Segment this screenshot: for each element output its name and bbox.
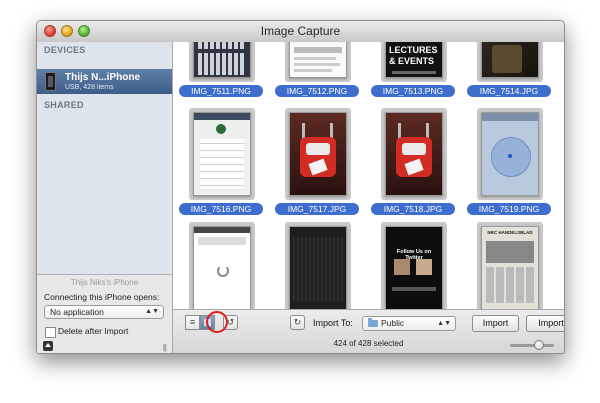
sidebar-device-item[interactable]: Thijs N...iPhone USB, 428 items — [37, 69, 172, 94]
panel-device-title: Thijs Niks's iPhone — [70, 278, 139, 287]
import-all-button[interactable]: Import All — [526, 315, 564, 332]
thumbnail-filename: IMG_7516.PNG — [179, 203, 263, 215]
thumbnail-item[interactable]: IMG_7520.PNG — [173, 222, 268, 309]
thumbnail-filename: IMG_7512.PNG — [275, 85, 359, 97]
thumbnail-item[interactable]: Follow Us on TwitterIMG_7522.PNG — [365, 222, 460, 309]
thumbnail-image[interactable] — [385, 112, 443, 196]
thumbnail-filename: IMG_7514.JPG — [467, 85, 551, 97]
thumbnail-item[interactable]: IMG_7511.PNG — [173, 42, 268, 97]
thumbnail-image[interactable] — [289, 226, 347, 309]
events-text-line2: & EVENTS — [389, 56, 435, 66]
open-application-value: No application — [50, 307, 104, 317]
thumbnail-size-slider[interactable] — [510, 340, 554, 350]
import-button[interactable]: Import — [472, 315, 519, 332]
eject-icon[interactable] — [43, 341, 53, 351]
highlight-circle — [206, 311, 228, 333]
shared-header: SHARED — [44, 100, 84, 110]
thumbnail-item[interactable]: IMG_7517.JPG — [269, 108, 364, 215]
thumbnail-item[interactable]: IMG_7516.PNG — [173, 108, 268, 215]
thumbnail-image[interactable] — [289, 42, 347, 78]
thumbnail-image[interactable] — [193, 112, 251, 196]
image-capture-window: Image Capture DEVICES Thijs N...iPhone U… — [36, 20, 565, 354]
device-subtitle: USB, 428 items — [65, 84, 114, 91]
thumbnail-item[interactable]: NRC HANDELSBLADIMG_7523.JPG — [461, 222, 556, 309]
thumbnail-item[interactable]: IMG_7519.PNG — [461, 108, 556, 215]
open-application-select[interactable]: No application ▲▼ — [44, 305, 164, 319]
delete-after-import-checkbox[interactable] — [45, 327, 56, 338]
thumbnail-image[interactable]: Follow Us on Twitter — [385, 226, 443, 309]
newspaper-masthead: NRC HANDELSBLAD — [487, 230, 533, 235]
title-bar[interactable]: Image Capture — [37, 21, 564, 43]
import-destination-select[interactable]: Public ▲▼ — [362, 316, 456, 331]
thumbnail-image[interactable] — [193, 226, 251, 309]
thumbnail-image[interactable] — [289, 112, 347, 196]
thumbnail-item[interactable]: IMG_7512.PNG — [269, 42, 364, 97]
resize-grip-icon[interactable]: ||| — [163, 343, 167, 352]
thumbnail-item[interactable]: LECTURES & EVENTS IMG_7513.PNG — [365, 42, 460, 97]
thumbnail-image[interactable]: LECTURES & EVENTS — [385, 42, 443, 78]
thumbnail-filename: IMG_7518.JPG — [371, 203, 455, 215]
events-text-line1: LECTURES — [389, 45, 438, 55]
thumbnail-item[interactable]: IMG_7521.PNG — [269, 222, 364, 309]
delete-after-import-label[interactable]: Delete after Import — [58, 326, 128, 336]
thumbnail-filename: IMG_7511.PNG — [179, 85, 263, 97]
thumbnail-image[interactable] — [481, 112, 539, 196]
selection-status: 424 of 428 selected — [333, 339, 404, 348]
thumbnail-item[interactable]: IMG_7518.JPG — [365, 108, 460, 215]
thumbnail-image[interactable] — [193, 42, 251, 78]
device-settings-panel: Thijs Niks's iPhone Connecting this iPho… — [37, 274, 173, 353]
import-destination-value: Public — [381, 318, 405, 328]
window-title: Image Capture — [260, 24, 341, 38]
select-arrows-icon: ▲▼ — [145, 308, 159, 315]
thumbnail-filename: IMG_7513.PNG — [371, 85, 455, 97]
rotate-right-icon[interactable]: ↻ — [290, 315, 305, 330]
connect-opens-label: Connecting this iPhone opens: — [44, 292, 160, 302]
thumbnail-image[interactable] — [481, 42, 539, 78]
slider-knob[interactable] — [534, 340, 545, 350]
import-to-label: Import To: — [313, 318, 353, 328]
device-name: Thijs N...iPhone — [65, 72, 141, 83]
list-view-icon[interactable]: ≡ — [185, 315, 200, 330]
folder-icon — [368, 318, 378, 327]
thumbnail-filename: IMG_7519.PNG — [467, 203, 551, 215]
select-arrows-icon: ▲▼ — [437, 320, 451, 327]
thumbnail-grid[interactable]: IMG_7511.PNG IMG_7512.PNG LECTURES & EVENTS… — [173, 42, 564, 309]
thumbnail-item[interactable]: IMG_7514.JPG — [461, 42, 556, 97]
bottom-toolbar: ≡ ▦ ↺ ↻ Import To: Public ▲▼ Import Impo… — [173, 309, 564, 353]
iphone-icon — [45, 72, 56, 91]
devices-header: DEVICES — [44, 45, 86, 55]
thumbnail-filename: IMG_7517.JPG — [275, 203, 359, 215]
thumbnail-image[interactable]: NRC HANDELSBLAD — [481, 226, 539, 309]
